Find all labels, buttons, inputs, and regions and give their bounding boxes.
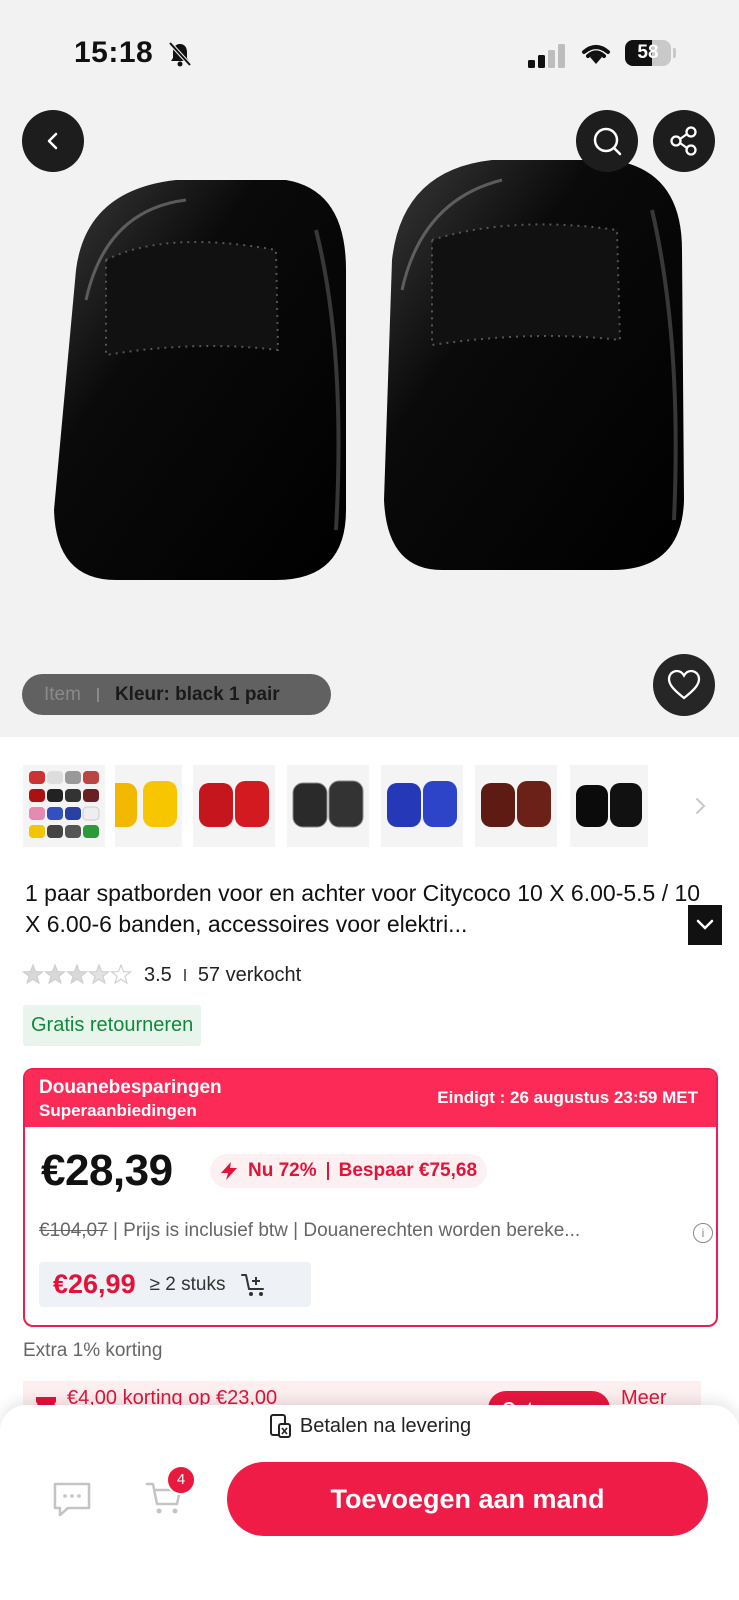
rating-separator — [183, 969, 186, 981]
pay-after-delivery-note: Betalen na levering — [0, 1413, 739, 1439]
info-icon[interactable]: i — [693, 1223, 713, 1243]
bulk-quantity: ≥ 2 stuks — [149, 1273, 226, 1295]
chevron-left-icon — [47, 132, 58, 150]
thumbnail-blue-image — [387, 781, 457, 827]
rating-star — [43, 964, 67, 985]
discount-chip: Nu 72% Bespaar €75,68 — [210, 1154, 488, 1188]
product-image-gallery[interactable]: 15:18 58 Item Kleur: black 1 pair — [0, 0, 739, 737]
rating-star — [22, 964, 45, 985]
product-title: 1 paar spatborden voor en achter voor Ci… — [25, 880, 701, 937]
status-time: 15:18 — [74, 36, 154, 69]
flash-deal-icon — [221, 1162, 237, 1180]
thumbnail-multi-color[interactable] — [23, 765, 105, 847]
rating-star — [87, 964, 111, 985]
promo-title: Douanebesparingen — [39, 1077, 222, 1098]
chevron-down-icon — [696, 919, 714, 930]
thumbnail-red-image — [199, 781, 269, 827]
free-returns-badge[interactable]: Gratis retourneren — [23, 1005, 202, 1046]
cellular-signal-icon — [528, 44, 565, 68]
variant-indicator[interactable]: Item Kleur: black 1 pair — [22, 674, 331, 715]
search-icon — [593, 127, 622, 156]
share-button[interactable] — [653, 110, 715, 172]
rating-star — [109, 964, 133, 985]
battery-cap — [673, 48, 676, 58]
fender-right-image — [384, 160, 684, 570]
variant-separator — [96, 687, 99, 702]
promo-end-time: Eindigt : 26 augustus 23:59 MET — [437, 1088, 698, 1107]
thumbnail-black[interactable] — [570, 765, 648, 847]
thumbnail-black-marble-image — [292, 780, 364, 828]
sold-count: 57 verkocht — [197, 963, 302, 986]
status-bar: 15:18 58 — [0, 0, 739, 100]
thumbnail-brown-image — [481, 781, 551, 827]
thumbnail-multi-color-image — [29, 771, 100, 838]
bell-muted-icon — [168, 41, 192, 67]
star-rating-icon — [22, 964, 133, 985]
thumbnail-blue[interactable] — [381, 765, 463, 847]
price-card: Douanebesparingen Superaanbiedingen Eind… — [23, 1068, 718, 1327]
fender-left-image — [54, 180, 346, 580]
thumbnail-black-marble[interactable] — [287, 765, 369, 847]
cart-count-badge: 4 — [166, 1465, 196, 1495]
thumbnail-brown[interactable] — [475, 765, 557, 847]
thumbnail-red[interactable] — [193, 765, 275, 847]
wifi-icon — [582, 45, 610, 64]
thumbnail-black-image — [576, 783, 642, 827]
current-price: €28,39 — [41, 1146, 173, 1195]
battery-icon: 58 — [625, 40, 671, 66]
chat-icon[interactable] — [52, 1481, 92, 1519]
promo-subtitle: Superaanbiedingen — [39, 1101, 197, 1120]
original-price: €104,07 — [39, 1220, 108, 1241]
chevron-right-icon[interactable] — [693, 796, 707, 816]
rating-value: 3.5 — [144, 963, 172, 986]
promo-header: Douanebesparingen Superaanbiedingen Eind… — [25, 1070, 716, 1127]
price-info: €104,07 | Prijs is inclusief btw | Douan… — [39, 1220, 699, 1242]
rating-row[interactable]: 3.5 57 verkocht — [22, 962, 301, 988]
share-icon — [670, 126, 697, 156]
rating-star — [65, 964, 89, 985]
tax-info: | Prijs is inclusief btw | Douanerechten… — [112, 1220, 581, 1241]
wishlist-button[interactable] — [653, 654, 715, 716]
bulk-price-offer[interactable]: €26,99 ≥ 2 stuks — [39, 1262, 311, 1307]
variant-value: Kleur: black 1 pair — [114, 683, 280, 705]
heart-icon — [667, 669, 701, 700]
add-to-cart-button[interactable]: Toevoegen aan mand — [227, 1462, 708, 1536]
pay-note-text: Betalen na levering — [299, 1414, 472, 1437]
discount-percent: Nu 72% — [248, 1160, 317, 1181]
search-button[interactable] — [576, 110, 638, 172]
discount-separator — [326, 1162, 329, 1180]
extra-discount: Extra 1% korting — [23, 1340, 163, 1361]
bulk-price: €26,99 — [53, 1269, 136, 1299]
back-button[interactable] — [22, 110, 84, 172]
add-to-cart-icon — [240, 1273, 264, 1296]
bill-icon — [269, 1414, 291, 1438]
expand-title-button[interactable] — [688, 905, 722, 945]
variant-label: Item — [44, 683, 81, 705]
savings-amount: Bespaar €75,68 — [338, 1160, 478, 1181]
thumbnail-yellow-image — [115, 781, 177, 827]
battery-percent: 58 — [637, 42, 659, 63]
thumbnail-yellow[interactable] — [115, 765, 182, 847]
